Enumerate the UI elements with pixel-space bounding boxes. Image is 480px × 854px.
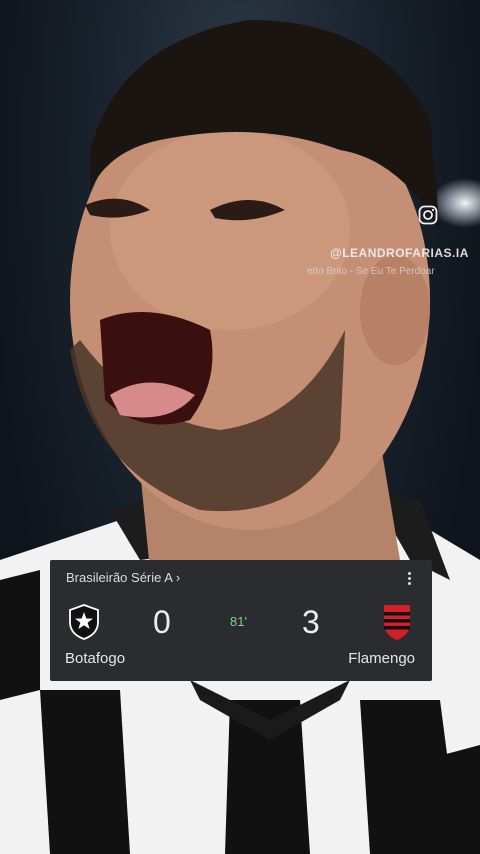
- home-score: 0: [153, 604, 171, 640]
- home-team-name[interactable]: Botafogo: [65, 650, 125, 667]
- flamengo-crest-icon: [384, 605, 410, 640]
- player-photo: [0, 20, 480, 854]
- away-team-name[interactable]: Flamengo: [348, 650, 415, 667]
- botafogo-crest-icon: [69, 604, 99, 640]
- league-link[interactable]: Brasileirão Série A ›: [66, 570, 180, 585]
- match-score-card[interactable]: Brasileirão Série A › 0 81' 3 Botafogo F…: [50, 560, 432, 681]
- video-frame: @LEANDROFARIAS.IA etto Brito - Se Eu Te …: [0, 0, 480, 854]
- match-minute: 81': [230, 614, 247, 629]
- music-credit: etto Brito - Se Eu Te Perdoar: [307, 266, 435, 277]
- watermark-handle: @LEANDROFARIAS.IA: [330, 246, 469, 260]
- more-vertical-icon[interactable]: [402, 570, 416, 586]
- away-score: 3: [302, 604, 320, 640]
- instagram-icon: [418, 205, 438, 225]
